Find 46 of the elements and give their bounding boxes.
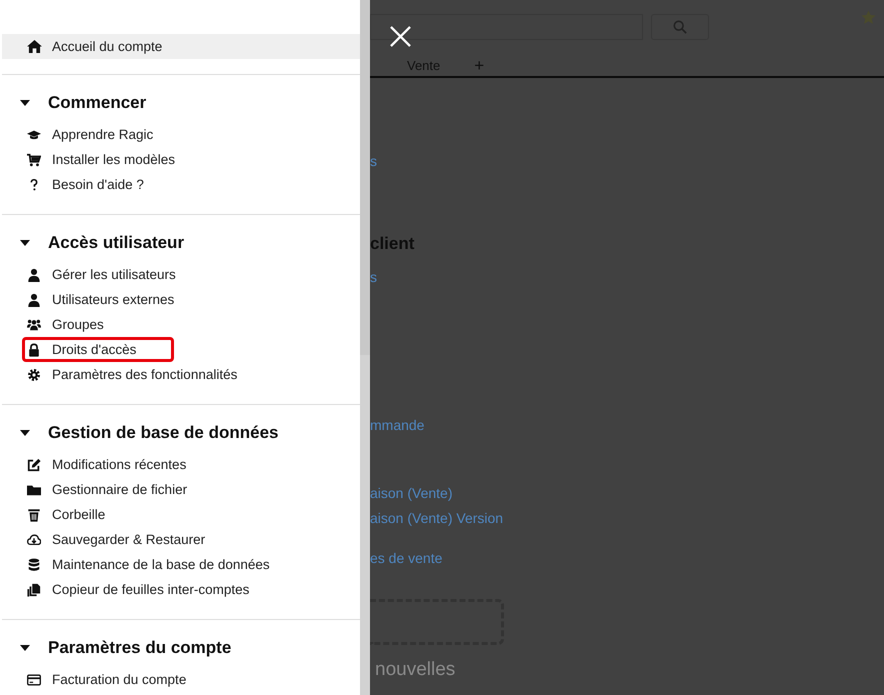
lock-icon [27, 342, 41, 356]
menu-item[interactable]: Copieur de feuilles inter-comptes [2, 577, 288, 602]
graduation-cap-icon [27, 128, 41, 142]
scrollbar-thumb[interactable] [360, 0, 370, 355]
user-icon [27, 292, 41, 306]
search-field[interactable] [370, 14, 643, 40]
drop-zone[interactable] [370, 599, 504, 645]
database-icon [27, 558, 41, 572]
menu-item[interactable]: Corbeille [2, 502, 144, 527]
menu-item[interactable]: Installer les modèles [2, 147, 214, 172]
section-header[interactable]: Gestion de base de données [2, 420, 360, 446]
menu-item[interactable]: Utilisateurs externes [2, 287, 212, 312]
credit-card-icon [27, 672, 41, 686]
edit-icon [27, 458, 41, 472]
menu-item[interactable]: Maintenance de la base de données [2, 552, 308, 577]
menu-item[interactable]: Besoin d'aide ? [2, 172, 182, 197]
menu-item[interactable]: Gérer les utilisateurs [2, 262, 214, 287]
section-header[interactable]: Accès utilisateur [2, 230, 360, 256]
menu-item[interactable]: Groupes [2, 312, 142, 337]
cloud-download-icon [27, 532, 41, 546]
section-header[interactable]: Paramètres du compte [2, 635, 360, 661]
section-heading: nouvelles [374, 659, 456, 681]
search-icon [673, 20, 687, 34]
close-icon[interactable] [390, 26, 411, 47]
cart-icon [27, 152, 41, 166]
caret-icon [20, 238, 30, 248]
users-icon [27, 318, 41, 332]
menu-item[interactable]: Sauvegarder & Restaurer [2, 527, 244, 552]
caret-icon [20, 98, 30, 108]
home-icon [27, 40, 42, 53]
settings-icon [27, 368, 41, 382]
menu-item[interactable]: Apprendre Ragic [2, 122, 192, 147]
folder-icon [27, 482, 41, 496]
menu-item[interactable]: Gestionnaire de fichier [2, 477, 226, 502]
caret-icon [20, 643, 30, 653]
menu-item[interactable]: Modifications récentes [2, 452, 224, 477]
trash-icon [27, 508, 41, 522]
menu-item[interactable]: Facturation du compte [2, 667, 224, 692]
user-icon [27, 268, 41, 282]
menu-item[interactable]: Droits d'accès [22, 337, 174, 362]
menu-item[interactable]: Paramètres des fonctionnalités [2, 362, 276, 387]
caret-icon [20, 428, 30, 438]
search-button[interactable] [651, 14, 709, 40]
menu-item[interactable]: Accueil du compte [2, 34, 360, 59]
section-header[interactable]: Commencer [2, 90, 360, 116]
copy-icon [27, 582, 41, 596]
